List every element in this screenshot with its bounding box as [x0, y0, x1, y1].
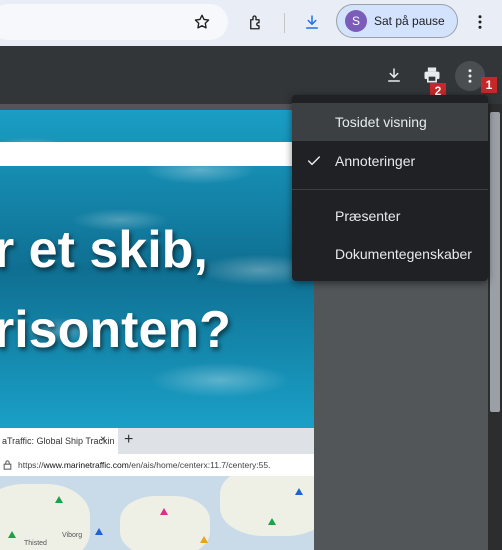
- browser-menu-icon[interactable]: [466, 8, 494, 36]
- pdf-page: r et skib, risonten? aTraffic: Global Sh…: [0, 110, 314, 550]
- ship-marker: [160, 508, 168, 515]
- menu-item-two-page-view[interactable]: Tosidet visning: [292, 103, 488, 141]
- downloads-icon[interactable]: [298, 8, 326, 36]
- embedded-tab-close-icon: ×: [100, 434, 106, 445]
- scrollbar-thumb[interactable]: [490, 112, 500, 412]
- menu-item-label: Præsenter: [335, 208, 401, 224]
- embedded-url-bar: https://www.marinetraffic.com/en/ais/hom…: [0, 454, 314, 476]
- menu-item-label: Dokumentegenskaber: [335, 246, 472, 262]
- embedded-tab-title: aTraffic: Global Ship Trackin: [2, 436, 115, 446]
- more-vert-icon: [468, 69, 472, 83]
- lock-icon: [3, 460, 12, 470]
- pdf-more-actions-menu: Tosidet visning Annoteringer Præsenter D…: [292, 95, 488, 281]
- embedded-new-tab-icon: +: [124, 431, 134, 448]
- embedded-url-path: /en/ais/home/centerx:11.7/centery:55.: [128, 460, 271, 470]
- headline-line-2: risonten?: [0, 301, 231, 359]
- map-land: [120, 496, 210, 550]
- ship-marker: [268, 518, 276, 525]
- embedded-tab: aTraffic: Global Ship Trackin ×: [0, 428, 118, 454]
- headline-line-1: r et skib,: [0, 221, 208, 279]
- bookmark-star-icon[interactable]: [188, 8, 216, 36]
- browser-toolbar: S Sat på pause: [0, 0, 502, 46]
- ship-marker: [200, 536, 208, 543]
- pdf-download-icon[interactable]: [380, 61, 408, 89]
- menu-divider: [292, 189, 488, 190]
- extensions-icon[interactable]: [242, 8, 270, 36]
- embedded-url-prefix: https://: [18, 460, 44, 470]
- ship-marker: [295, 488, 303, 495]
- menu-item-label: Tosidet visning: [335, 114, 427, 130]
- map-land: [220, 476, 314, 536]
- profile-status-label: Sat på pause: [374, 14, 445, 28]
- avatar: S: [345, 10, 367, 32]
- ship-marker: [55, 496, 63, 503]
- menu-item-label: Annoteringer: [335, 153, 416, 169]
- menu-item-present[interactable]: Præsenter: [292, 197, 488, 235]
- menu-item-annotations[interactable]: Annoteringer: [292, 142, 488, 180]
- embedded-ship-map: Viborg Thisted: [0, 476, 314, 550]
- embedded-browser-tabbar: aTraffic: Global Ship Trackin × +: [0, 428, 314, 454]
- ship-marker: [95, 528, 103, 535]
- embedded-url-domain: www.marinetraffic.com: [43, 460, 129, 470]
- toolbar-separator: [284, 13, 285, 33]
- map-label: Viborg: [62, 532, 83, 539]
- map-label: Thisted: [24, 540, 47, 547]
- checkmark-icon: [307, 156, 321, 166]
- ship-marker: [8, 531, 16, 538]
- profile-button[interactable]: S Sat på pause: [336, 4, 458, 38]
- page-header-band: [0, 142, 314, 166]
- menu-item-document-properties[interactable]: Dokumentegenskaber: [292, 235, 488, 273]
- annotation-badge-1: 1: [481, 77, 497, 93]
